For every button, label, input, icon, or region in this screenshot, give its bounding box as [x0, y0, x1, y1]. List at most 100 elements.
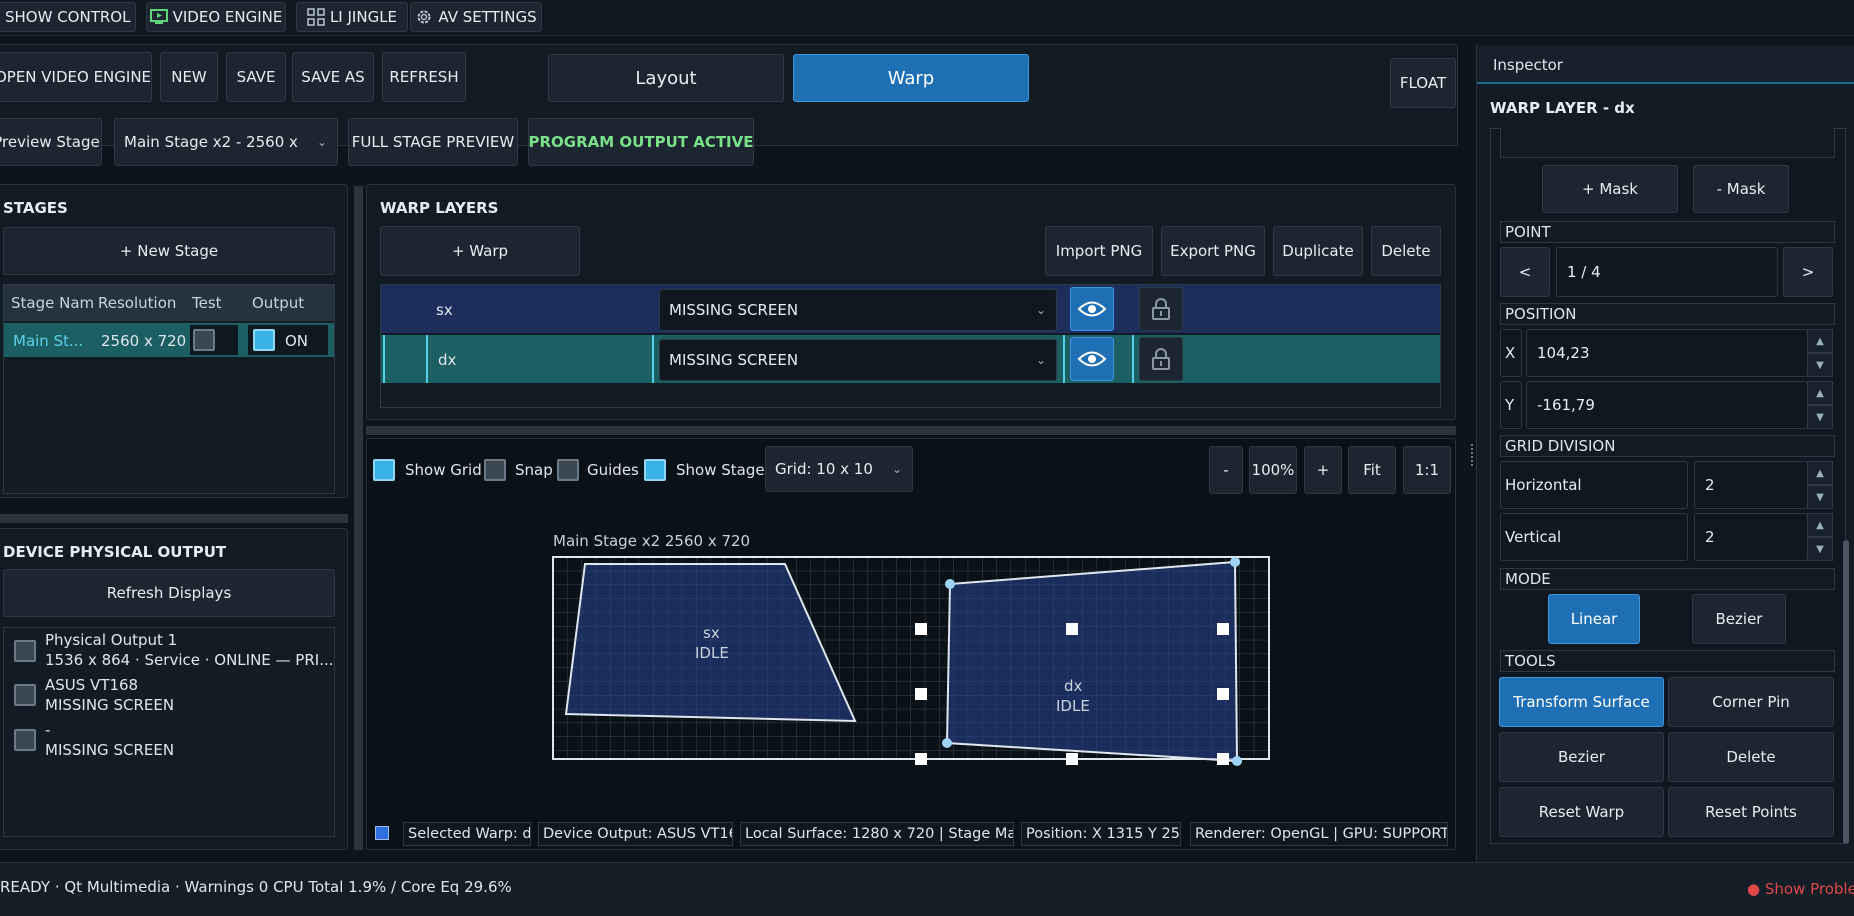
float-button[interactable]: FLOAT	[1390, 58, 1456, 108]
transform-handle[interactable]	[915, 688, 927, 700]
device-output-checkbox-3[interactable]	[14, 729, 36, 751]
tab-warp[interactable]: Warp	[793, 54, 1029, 102]
refresh-button[interactable]: REFRESH	[382, 52, 466, 102]
transform-handle[interactable]	[1217, 623, 1229, 635]
position-header-label: POSITION	[1505, 305, 1577, 323]
show-control-button[interactable]: SHOW CONTROL	[0, 2, 136, 32]
refresh-displays-button[interactable]: Refresh Displays	[3, 569, 335, 617]
vertical-increment-button[interactable]: ▲	[1807, 513, 1833, 537]
reset-points-button[interactable]: Reset Points	[1668, 787, 1834, 837]
point-index-value: 1 / 4	[1567, 263, 1601, 281]
add-warp-label: + Warp	[451, 242, 509, 260]
device-output-checkbox-2[interactable]	[14, 684, 36, 706]
warp-layer-dx-lock-toggle[interactable]	[1139, 337, 1183, 381]
horizontal-divisions-input[interactable]: 2	[1694, 461, 1808, 509]
video-engine-button[interactable]: VIDEO ENGINE	[146, 2, 286, 32]
warp-canvas[interactable]	[366, 438, 1456, 850]
y-decrement-button[interactable]: ▼	[1807, 405, 1833, 429]
transform-surface-button[interactable]: Transform Surface	[1499, 677, 1664, 727]
y-increment-button[interactable]: ▲	[1807, 381, 1833, 405]
inspector-resize-grip[interactable]	[1471, 444, 1474, 466]
duplicate-button[interactable]: Duplicate	[1273, 226, 1363, 276]
preview-stage-select[interactable]: Main Stage x2 - 2560 x 720 ⌄	[114, 118, 338, 166]
prev-point-button[interactable]: <	[1500, 247, 1550, 297]
new-stage-label: + New Stage	[119, 242, 219, 260]
eye-icon	[1077, 301, 1107, 317]
transform-handle[interactable]	[915, 623, 927, 635]
x-decrement-button[interactable]: ▼	[1807, 353, 1833, 377]
warp-layer-dx-screen-select[interactable]: MISSING SCREEN ⌄	[659, 339, 1057, 381]
new-button[interactable]: NEW	[160, 52, 218, 102]
reset-warp-button[interactable]: Reset Warp	[1499, 787, 1664, 837]
tab-layout[interactable]: Layout	[548, 54, 784, 102]
add-warp-button[interactable]: + Warp	[380, 226, 580, 276]
av-settings-button[interactable]: AV SETTINGS	[410, 2, 542, 32]
delete-layer-button[interactable]: Delete	[1371, 226, 1441, 276]
warp-layer-sx-lock-toggle[interactable]	[1139, 287, 1183, 331]
tab-layout-label: Layout	[635, 67, 697, 89]
export-png-button[interactable]: Export PNG	[1161, 226, 1265, 276]
import-png-button[interactable]: Import PNG	[1045, 226, 1153, 276]
surface-sx-state: IDLE	[695, 644, 729, 662]
bezier-tool-button[interactable]: Bezier	[1499, 732, 1664, 782]
full-stage-preview-button[interactable]: FULL STAGE PREVIEW	[348, 118, 518, 166]
warp-layer-sx-screen-select[interactable]: MISSING SCREEN ⌄	[659, 289, 1057, 331]
warp-surface-dx[interactable]	[945, 560, 1239, 763]
x-position-input[interactable]: 104,23	[1526, 329, 1808, 377]
horizontal-label: Horizontal	[1500, 461, 1688, 509]
corner-pin-handle[interactable]	[945, 579, 955, 589]
stage-test-checkbox[interactable]	[193, 329, 215, 351]
preview-stage-value: Main Stage x2 - 2560 x 720	[124, 133, 300, 151]
horizontal-increment-button[interactable]: ▲	[1807, 461, 1833, 485]
gear-icon	[417, 10, 431, 24]
linear-mode-button[interactable]: Linear	[1548, 594, 1640, 644]
stage-output-checkbox[interactable]	[253, 329, 275, 351]
center-splitter-horizontal[interactable]	[366, 426, 1456, 435]
eye-icon	[1077, 351, 1107, 367]
show-problems-link[interactable]: ● Show Problem	[1747, 880, 1854, 898]
program-output-label: PROGRAM OUTPUT ACTIVE	[528, 133, 754, 151]
vertical-divisions-input[interactable]: 2	[1694, 513, 1808, 561]
inspector-scrollbar[interactable]	[1843, 540, 1849, 844]
transform-handle[interactable]	[915, 753, 927, 765]
corner-pin-handle[interactable]	[1232, 756, 1242, 766]
horizontal-decrement-button[interactable]: ▼	[1807, 485, 1833, 509]
new-stage-button[interactable]: + New Stage	[3, 227, 335, 275]
next-point-button[interactable]: >	[1783, 247, 1833, 297]
video-engine-label: VIDEO ENGINE	[172, 8, 283, 26]
corner-pin-button[interactable]: Corner Pin	[1668, 677, 1834, 727]
device-output-checkbox-1[interactable]	[14, 640, 36, 662]
remove-mask-button[interactable]: - Mask	[1693, 165, 1789, 213]
y-position-input[interactable]: -161,79	[1526, 381, 1808, 429]
delete-tool-button[interactable]: Delete	[1668, 732, 1834, 782]
left-splitter-horizontal[interactable]	[0, 514, 348, 523]
corner-pin-handle[interactable]	[942, 738, 952, 748]
corner-pin-handle[interactable]	[1230, 557, 1240, 567]
li-jingle-button[interactable]: LI JINGLE	[296, 2, 408, 32]
transform-handle[interactable]	[1066, 753, 1078, 765]
open-video-engine-button[interactable]: OPEN VIDEO ENGINE	[0, 52, 152, 102]
transform-surface-label: Transform Surface	[1513, 693, 1650, 711]
left-splitter-vertical[interactable]	[354, 186, 363, 850]
save-button[interactable]: SAVE	[226, 52, 286, 102]
warp-layer-dx-visibility-toggle[interactable]	[1070, 337, 1114, 381]
add-mask-button[interactable]: + Mask	[1542, 165, 1678, 213]
x-increment-button[interactable]: ▲	[1807, 329, 1833, 353]
transform-handle[interactable]	[1217, 753, 1229, 765]
vertical-decrement-button[interactable]: ▼	[1807, 537, 1833, 561]
duplicate-label: Duplicate	[1282, 242, 1354, 260]
bezier-mode-button[interactable]: Bezier	[1692, 594, 1786, 644]
transform-handle[interactable]	[1217, 688, 1229, 700]
reset-warp-label: Reset Warp	[1538, 803, 1625, 821]
footer-status: READY · Qt Multimedia · Warnings 0 CPU T…	[0, 878, 512, 896]
stage-row-name: Main St...	[13, 332, 84, 350]
transform-handle[interactable]	[1066, 623, 1078, 635]
warp-layer-sx-visibility-toggle[interactable]	[1070, 287, 1114, 331]
chevron-down-icon: ⌄	[1035, 303, 1046, 317]
warp-layer-dx-name: dx	[438, 351, 457, 369]
save-as-button[interactable]: SAVE AS	[292, 52, 374, 102]
x-axis-text: X	[1505, 344, 1516, 362]
export-png-label: Export PNG	[1170, 242, 1256, 260]
point-index-field[interactable]: 1 / 4	[1556, 247, 1778, 297]
warp-layer-sx-name: sx	[436, 301, 453, 319]
